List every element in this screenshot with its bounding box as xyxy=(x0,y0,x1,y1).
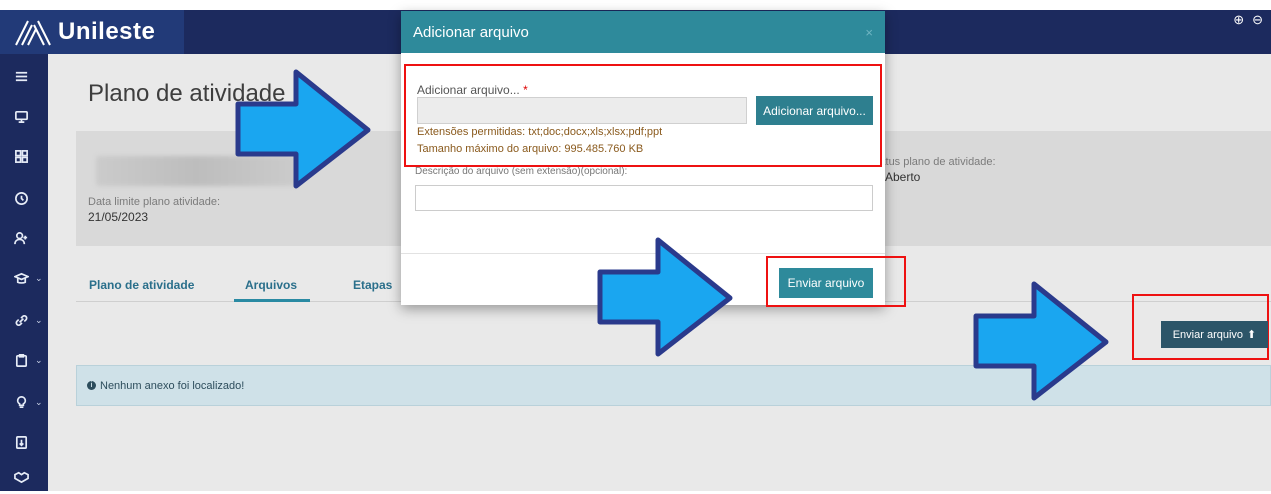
send-file-label: Enviar arquivo xyxy=(1172,328,1244,341)
tab-arquivos[interactable]: Arquivos xyxy=(245,278,297,292)
upload-icon: ⬆ xyxy=(1247,329,1257,341)
active-tab-indicator xyxy=(234,299,310,302)
pointer-arrow-icon xyxy=(235,69,371,189)
graduation-cap-icon[interactable]: ⌄ xyxy=(0,260,48,296)
description-input[interactable] xyxy=(415,185,873,211)
pointer-arrow-icon xyxy=(597,237,733,357)
handshake-icon[interactable] xyxy=(0,458,48,494)
send-file-button[interactable]: Enviar arquivo ⬆ xyxy=(1161,321,1268,348)
modal-send-highlight-box xyxy=(766,256,906,307)
deadline-value: 21/05/2023 xyxy=(88,210,149,224)
deadline-label: Data limite plano atividade: xyxy=(88,196,221,208)
top-strip xyxy=(0,0,1271,10)
status-label: Status plano de atividade: xyxy=(869,156,996,168)
close-icon[interactable]: × xyxy=(865,25,873,40)
add-user-icon[interactable] xyxy=(0,220,48,256)
tab-etapas[interactable]: Etapas xyxy=(353,278,392,292)
description-label: Descrição do arquivo (sem extensão)(opci… xyxy=(415,166,628,177)
alert-message: Nenhum anexo foi localizado! xyxy=(100,379,245,392)
app-brand-name: Unileste xyxy=(58,18,156,45)
document-icon[interactable] xyxy=(0,424,48,460)
clock-icon[interactable] xyxy=(0,180,48,216)
lightbulb-icon[interactable]: ⌄ xyxy=(0,384,48,420)
menu-icon[interactable] xyxy=(0,58,48,94)
zoom-controls: ⊕ ⊖ xyxy=(1233,12,1263,28)
link-icon[interactable]: ⌄ xyxy=(0,302,48,338)
logo-mark-icon xyxy=(15,20,51,46)
grid-icon[interactable] xyxy=(0,138,48,174)
zoom-in-icon[interactable]: ⊕ xyxy=(1233,12,1244,28)
modal-header: Adicionar arquivo × xyxy=(401,11,885,53)
clipboard-icon[interactable]: ⌄ xyxy=(0,342,48,378)
sidebar: ⌄ ⌄ ⌄ ⌄ xyxy=(0,54,48,491)
file-field-highlight-box xyxy=(404,64,882,167)
status-value: Aberto xyxy=(885,170,921,184)
tab-plano-de-atividade[interactable]: Plano de atividade xyxy=(89,278,194,292)
zoom-out-icon[interactable]: ⊖ xyxy=(1252,12,1263,28)
app-logo[interactable]: Unileste xyxy=(0,10,184,54)
monitor-icon[interactable] xyxy=(0,98,48,134)
info-icon: i xyxy=(87,381,96,390)
modal-title: Adicionar arquivo xyxy=(413,23,529,41)
pointer-arrow-icon xyxy=(973,281,1109,401)
